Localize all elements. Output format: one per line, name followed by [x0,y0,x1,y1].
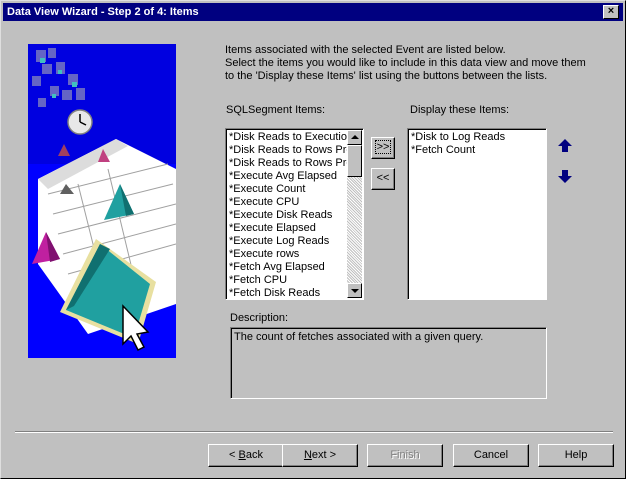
display-items-entries: *Disk to Log Reads *Fetch Count [408,129,546,157]
available-list-item[interactable]: *Fetch Disk Reads [229,287,363,299]
window-title: Data View Wizard - Step 2 of 4: Items [7,6,199,18]
add-items-label: >> [374,140,392,154]
available-list-item[interactable]: *Execute Elapsed [229,222,363,235]
finish-button[interactable]: Finish [367,444,443,467]
description-box: The count of fetches associated with a g… [230,327,547,399]
description-label: Description: [230,312,289,324]
intro-line-1: Items associated with the selected Event… [225,44,506,56]
back-button-label: < Back [229,449,263,461]
intro-line-2: Select the items you would like to inclu… [225,57,586,69]
display-items-label: Display these Items: [410,104,510,116]
move-up-arrow-icon [558,139,572,152]
display-list-item[interactable]: *Disk to Log Reads [411,131,546,144]
intro-text: Items associated with the selected Event… [225,44,615,83]
scroll-down-arrow-icon [351,289,359,293]
intro-line-3: to the 'Display these Items' list using … [225,70,548,82]
add-items-button[interactable]: >> [371,137,395,159]
available-list-item[interactable]: *Execute Count [229,183,363,196]
close-icon: × [607,5,615,17]
available-list-item[interactable]: *Fetch CPU [229,274,363,287]
move-down-arrow-icon [558,170,572,183]
button-separator [15,431,613,433]
remove-items-button[interactable]: << [371,168,395,190]
scroll-up-button[interactable] [347,130,362,145]
scroll-thumb[interactable] [347,145,362,177]
remove-items-label: << [376,172,390,184]
back-button[interactable]: < Back [208,444,284,467]
available-list-item[interactable]: *Fetch Avg Elapsed [229,261,363,274]
available-items-label: SQLSegment Items: [226,104,326,116]
display-list-item[interactable]: *Fetch Count [411,144,546,157]
available-items-entries: *Disk Reads to Execution *Disk Reads to R… [226,129,363,299]
title-bar: Data View Wizard - Step 2 of 4: Items × [3,3,623,21]
move-down-button[interactable] [556,167,574,185]
cancel-button-label: Cancel [473,449,509,461]
available-list-scrollbar[interactable] [347,130,362,298]
available-list-item[interactable]: *Disk Reads to Rows Pro [229,157,363,170]
available-list-item[interactable]: *Execute CPU [229,196,363,209]
scroll-down-button[interactable] [347,283,362,298]
finish-button-label: Finish [390,449,420,461]
available-list-item[interactable]: *Disk Reads to Rows Pro [229,144,363,157]
cancel-button[interactable]: Cancel [453,444,529,467]
available-list-item[interactable]: *Execute Disk Reads [229,209,363,222]
available-list-item[interactable]: *Execute rows [229,248,363,261]
wizard-window: Data View Wizard - Step 2 of 4: Items × [0,0,626,479]
wizard-illustration [28,44,176,358]
available-list-item[interactable]: *Execute Avg Elapsed [229,170,363,183]
help-button-label: Help [564,449,588,461]
move-up-button[interactable] [556,137,574,155]
available-items-list[interactable]: *Disk Reads to Execution *Disk Reads to R… [225,128,364,300]
description-text: The count of fetches associated with a g… [234,331,484,343]
available-list-item[interactable]: *Disk Reads to Execution [229,131,363,144]
scroll-up-arrow-icon [351,135,359,139]
display-items-list[interactable]: *Disk to Log Reads *Fetch Count [407,128,547,300]
next-button-label: Next > [303,449,337,461]
next-button[interactable]: Next > [282,444,358,467]
available-list-item[interactable]: *Execute Log Reads [229,235,363,248]
close-button[interactable]: × [603,5,619,19]
help-button[interactable]: Help [538,444,614,467]
